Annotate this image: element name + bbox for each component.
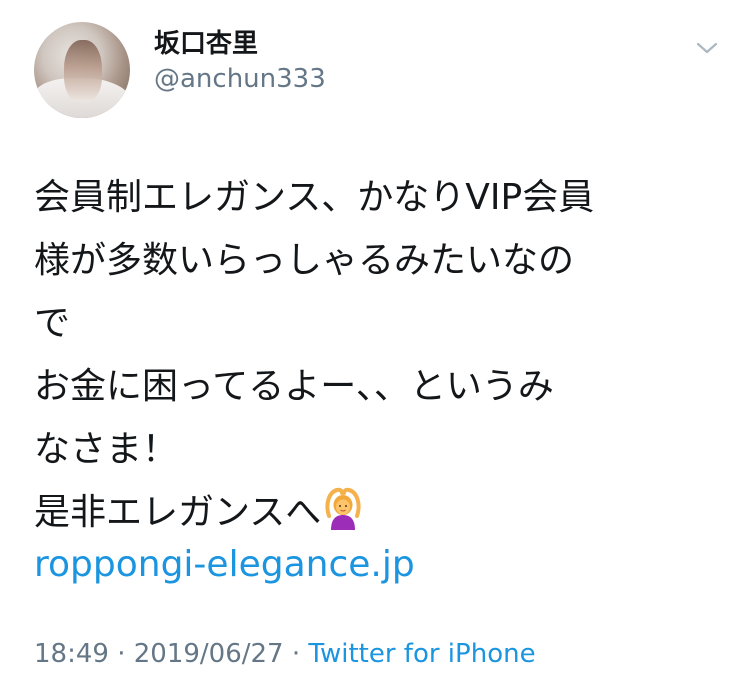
- user-handle[interactable]: @anchun333: [154, 62, 326, 96]
- person-gesturing-ok-icon: [325, 487, 361, 530]
- tweet-text: 会員制エレガンス、かなりVIP会員 様が多数いらっしゃるみたいなの で お金に困…: [34, 166, 724, 544]
- tweet-card: 坂口杏里 @anchun333 会員制エレガンス、かなりVIP会員 様が多数いら…: [0, 0, 747, 698]
- tweet-date[interactable]: 2019/06/27: [134, 639, 284, 669]
- tweet-source-link[interactable]: Twitter for iPhone: [308, 639, 535, 669]
- tweet-meta: 18:49 · 2019/06/27 · Twitter for iPhone: [34, 636, 536, 672]
- tweet-time: 18:49: [34, 639, 109, 669]
- tweet-text-line: 様が多数いらっしゃるみたいなの: [34, 240, 575, 281]
- avatar-figure: [64, 40, 102, 102]
- meta-separator: ·: [283, 639, 309, 669]
- tweet-text-line-last: 是非エレガンスへ: [34, 481, 724, 544]
- tweet-text-line: お金に困ってるよー、、というみ: [34, 366, 554, 407]
- tweet-text-line: 会員制エレガンス、かなりVIP会員: [34, 177, 595, 218]
- meta-separator: ·: [108, 639, 134, 669]
- tweet-text-segment: 是非エレガンスへ: [34, 492, 322, 533]
- chevron-down-icon[interactable]: [695, 38, 719, 58]
- display-name[interactable]: 坂口杏里: [154, 27, 258, 61]
- tweet-text-line: なさま！: [34, 429, 179, 470]
- tweet-text-line: で: [34, 303, 71, 344]
- avatar[interactable]: [34, 22, 130, 118]
- tweet-link[interactable]: roppongi-elegance.jp: [34, 540, 415, 590]
